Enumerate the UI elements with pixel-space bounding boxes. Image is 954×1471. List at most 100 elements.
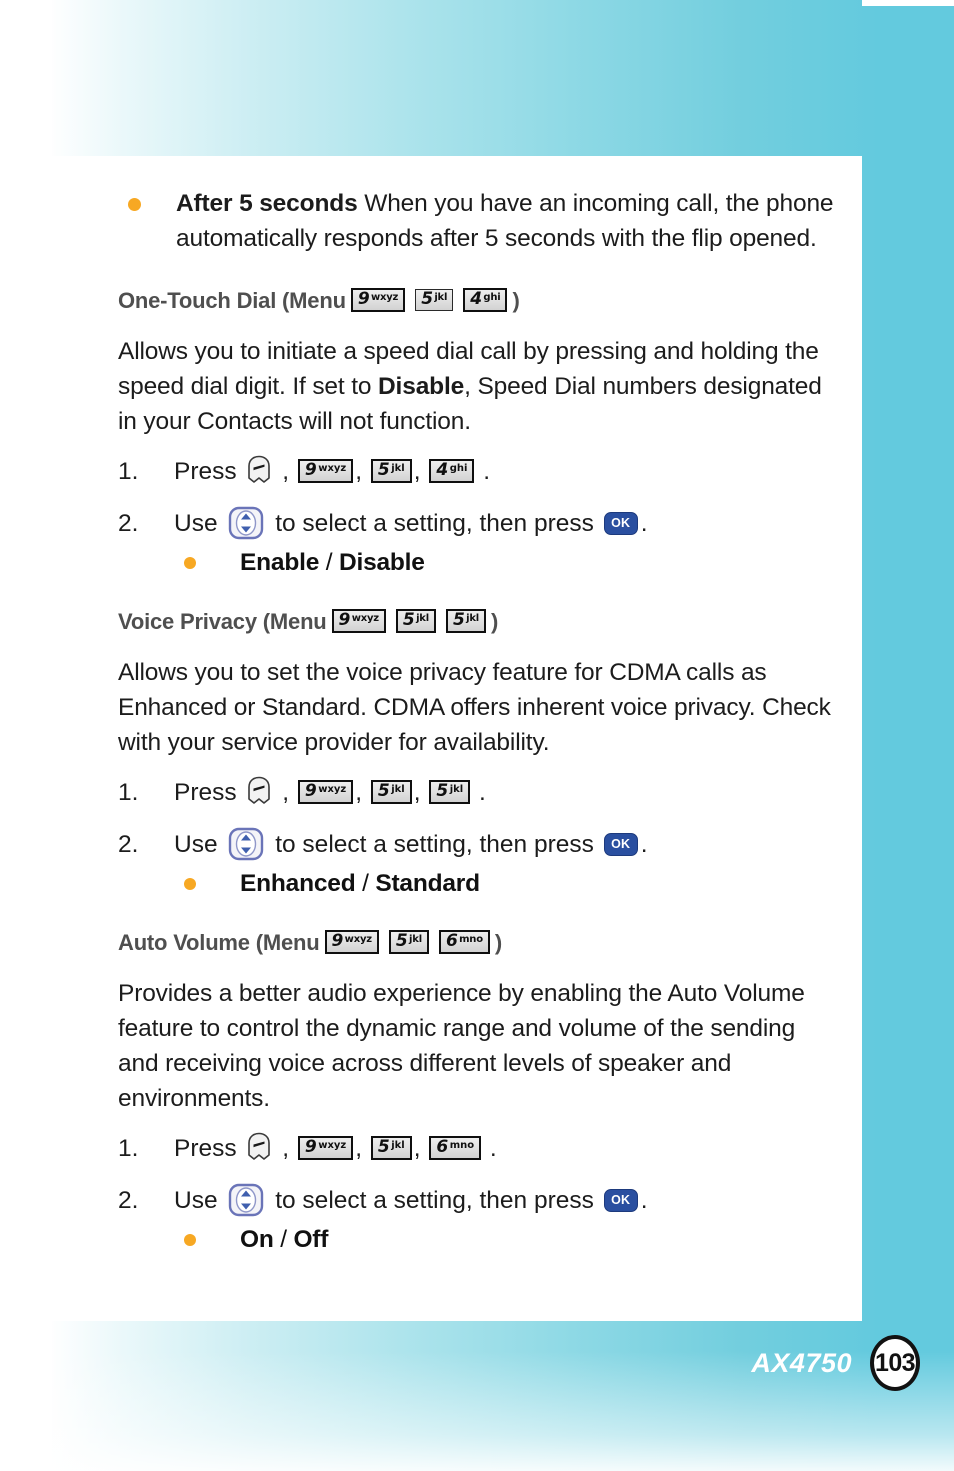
option-separator: / [319, 549, 339, 576]
keypad-key-9-icon: 9 wxyz [331, 609, 386, 633]
key-letters: jkl [466, 613, 480, 624]
keypad-key-9-icon: 9 wxyz [297, 780, 354, 804]
option-second: Standard [375, 870, 480, 897]
key-letters: mno [459, 934, 483, 945]
device-model-label: AX4750 [751, 1347, 852, 1378]
key-number: 6 [445, 931, 458, 951]
section-heading-close-paren: ) [494, 930, 503, 955]
option-first: Enhanced [240, 870, 356, 897]
step-number: 2. [118, 831, 139, 858]
step-text: Press , 9 wxyz, 5 jkl, 6 mno . [174, 1130, 842, 1168]
keypad-key-4-icon: 4 ghi [463, 288, 508, 312]
section-heading-voice-privacy: Voice Privacy (Menu 9 wxyz 5 jkl 5 jkl) [118, 607, 842, 637]
option-second: Disable [338, 549, 425, 576]
key-number: 4 [436, 460, 449, 480]
key-number: 5 [377, 460, 390, 480]
key-letters: ghi [483, 292, 501, 303]
keypad-key-5-icon: 5 jkl [370, 1136, 412, 1160]
key-number: 5 [421, 289, 433, 309]
step-item: 1. Press , 9 wxyz, 5 jkl, 6 mno . [118, 1130, 842, 1168]
keypad-key-9-icon: 9 wxyz [297, 459, 354, 483]
section-heading-label: Auto Volume (Menu [118, 930, 320, 955]
option-first: On [240, 1226, 274, 1253]
top-bullet-text: After 5 seconds When you have an incomin… [176, 190, 834, 252]
key-letters: jkl [449, 784, 464, 795]
menu-key-icon [246, 1132, 272, 1162]
keypad-key-6-icon: 6 mno [438, 930, 490, 954]
option-second: Off [293, 1226, 329, 1253]
key-letters: mno [449, 1140, 475, 1151]
keypad-key-5-icon: 5 jkl [388, 930, 429, 954]
options-bullet-auto-volume: On / Off [174, 1226, 842, 1254]
key-letters: jkl [409, 934, 422, 945]
key-letters: jkl [416, 613, 429, 624]
section-heading-close-paren: ) [512, 288, 520, 313]
bullet-dot-icon [128, 198, 141, 211]
section-heading-one-touch-dial: One-Touch Dial (Menu 9 wxyz 5 jkl 4 ghi) [118, 286, 842, 316]
section-description-one-touch-dial: Allows you to initiate a speed dial call… [118, 338, 822, 435]
content-panel: After 5 seconds When you have an incomin… [52, 156, 862, 1321]
keypad-key-4-icon: 4 ghi [429, 459, 475, 483]
page-number-badge: 103 [870, 1335, 920, 1391]
step-item: 2. Use to select a setting, then press OK… [118, 505, 842, 543]
nav-up-down-icon [228, 1183, 264, 1217]
key-number: 5 [402, 610, 415, 630]
keypad-key-5-icon: 5 jkl [370, 459, 412, 483]
key-letters: jkl [391, 1140, 405, 1151]
key-number: 9 [338, 610, 351, 630]
menu-key-icon [246, 455, 272, 485]
options-text: Enable / Disable [240, 549, 425, 577]
step-text: Use to select a setting, then press OK. [174, 826, 842, 864]
step-item: 1. Press , 9 wxyz, 5 jkl, 4 ghi . [118, 453, 842, 491]
top-bullet-item: After 5 seconds When you have an incomin… [118, 186, 842, 256]
option-separator: / [355, 870, 376, 897]
key-letters: wxyz [344, 934, 372, 945]
step-item: 1. Press , 9 wxyz, 5 jkl, 5 jkl . [118, 774, 842, 812]
step-item: 2. Use to select a setting, then press OK… [118, 1182, 842, 1220]
step-number: 1. [118, 1135, 139, 1162]
key-letters: wxyz [318, 1140, 347, 1151]
ok-key-icon: OK [603, 1188, 638, 1212]
section-heading-label: Voice Privacy (Menu [118, 609, 327, 634]
section-description-auto-volume: Provides a better audio experience by en… [118, 980, 805, 1112]
keypad-key-5-icon: 5 jkl [445, 609, 487, 633]
keypad-key-5-icon: 5 jkl [429, 780, 471, 804]
key-number: 5 [395, 931, 408, 951]
options-bullet-one-touch-dial: Enable / Disable [174, 549, 842, 577]
step-text: Press , 9 wxyz, 5 jkl, 5 jkl . [174, 774, 842, 812]
key-letters: jkl [434, 292, 448, 303]
page-left-white-margin [0, 0, 52, 1471]
key-letters: jkl [391, 784, 405, 795]
ok-key-icon: OK [603, 832, 638, 856]
option-first: Enable [240, 549, 320, 576]
key-letters: wxyz [370, 292, 399, 303]
bullet-dot-icon [184, 878, 196, 890]
options-text: Enhanced / Standard [240, 870, 480, 898]
page-top-white-notch [862, 0, 954, 6]
content-body: After 5 seconds When you have an incomin… [118, 186, 842, 1254]
key-letters: jkl [391, 463, 405, 474]
key-letters: wxyz [318, 463, 347, 474]
ok-key-icon: OK [603, 511, 638, 535]
nav-up-down-icon [228, 827, 264, 861]
key-number: 4 [470, 289, 482, 309]
key-letters: ghi [449, 463, 468, 474]
nav-up-down-icon [228, 506, 264, 540]
keypad-key-5-icon: 5 jkl [370, 780, 412, 804]
options-bullet-voice-privacy: Enhanced / Standard [174, 870, 842, 898]
section-heading-close-paren: ) [491, 609, 499, 634]
key-number: 6 [436, 1137, 449, 1157]
step-number: 2. [118, 510, 139, 537]
key-number: 5 [452, 610, 465, 630]
step-number: 1. [118, 779, 139, 806]
section-description-voice-privacy: Allows you to set the voice privacy feat… [118, 659, 831, 756]
bullet-dot-icon [184, 1234, 196, 1246]
section-heading-label: One-Touch Dial (Menu [118, 288, 346, 313]
step-text: Use to select a setting, then press OK. [174, 1182, 842, 1220]
